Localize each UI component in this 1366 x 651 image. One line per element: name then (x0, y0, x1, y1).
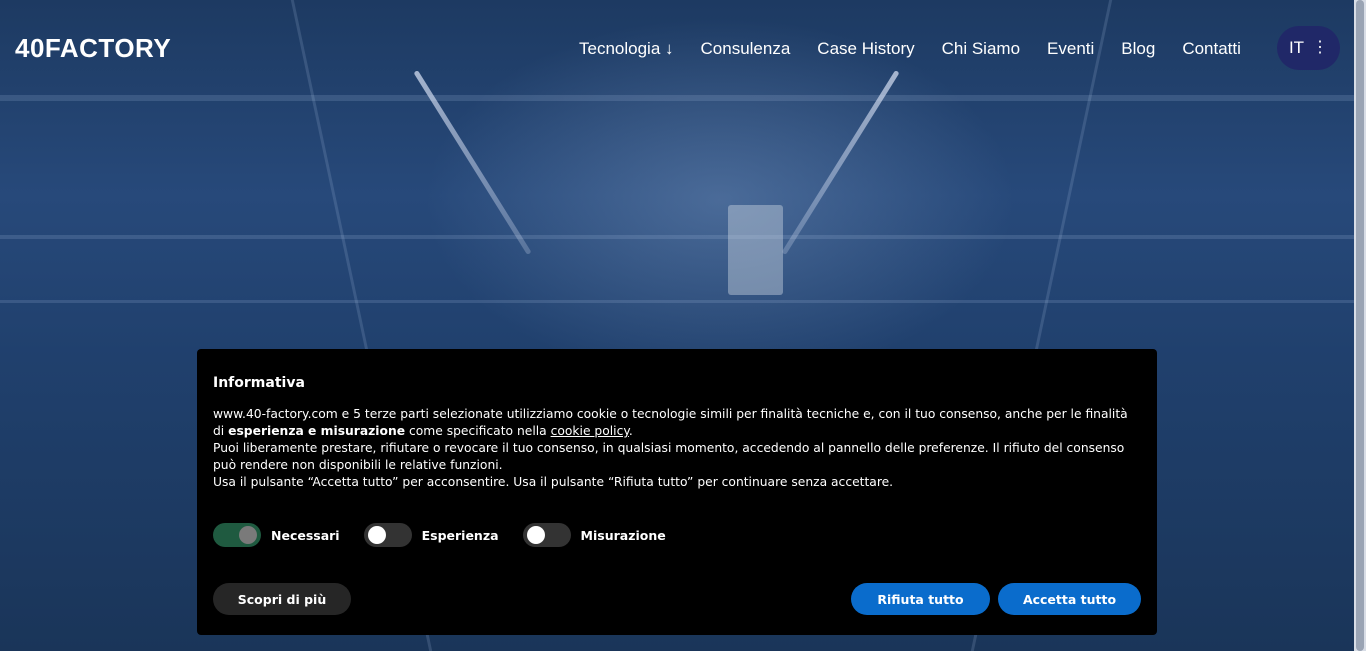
consent-toggles: Necessari Esperienza Misurazione (213, 523, 690, 547)
cookie-text-segment: . (628, 424, 633, 438)
nav-item-case-history[interactable]: Case History (817, 39, 914, 59)
nav-item-contatti[interactable]: Contatti (1182, 39, 1241, 59)
toggle-misurazione: Misurazione (522, 523, 666, 547)
more-vertical-icon: ⋮ (1312, 39, 1329, 56)
main-nav: Tecnologia ↓ Consulenza Case History Chi… (579, 39, 1268, 59)
scrollbar-thumb[interactable] (1356, 0, 1364, 651)
toggle-esperienza: Esperienza (363, 523, 499, 547)
cookie-text-segment: come specificato nella (405, 424, 551, 438)
ceiling-beam (0, 95, 1354, 101)
learn-more-button[interactable]: Scopri di più (213, 583, 351, 615)
cookie-policy-link[interactable]: cookie policy (551, 424, 629, 438)
cookie-banner: Informativa www.40-factory.com e 5 terze… (197, 349, 1157, 635)
shuttle-unit (728, 205, 783, 295)
switch-knob (526, 526, 545, 544)
nav-item-consulenza[interactable]: Consulenza (701, 39, 791, 59)
cookie-banner-title: Informativa (213, 375, 305, 391)
nav-item-blog[interactable]: Blog (1121, 39, 1155, 59)
language-code: IT (1288, 38, 1305, 57)
cookie-text-bold: esperienza e misurazione (228, 424, 406, 438)
ceiling-beam (0, 300, 1354, 303)
cookie-paragraph-1: www.40-factory.com e 5 terze parti selez… (213, 406, 1141, 440)
toggle-label: Esperienza (421, 527, 499, 543)
cookie-paragraph-3: Usa il pulsante “Accetta tutto” per acco… (213, 475, 894, 489)
accept-all-button[interactable]: Accetta tutto (998, 583, 1141, 615)
reject-all-button[interactable]: Rifiuta tutto (851, 583, 990, 615)
nav-item-chi-siamo[interactable]: Chi Siamo (942, 39, 1020, 59)
toggle-label: Misurazione (580, 527, 666, 543)
toggle-necessari: Necessari (213, 523, 340, 547)
esperienza-switch[interactable] (363, 523, 412, 547)
page-scrollbar[interactable] (1354, 0, 1366, 651)
site-logo[interactable]: 40FACTORY (15, 34, 171, 62)
cookie-banner-text: www.40-factory.com e 5 terze parti selez… (213, 406, 1141, 491)
necessari-switch[interactable] (213, 523, 261, 547)
switch-knob (239, 526, 257, 544)
nav-item-eventi[interactable]: Eventi (1047, 39, 1094, 59)
ceiling-beam (0, 235, 1354, 239)
cookie-paragraph-2: Puoi liberamente prestare, rifiutare o r… (213, 441, 1125, 472)
misurazione-switch[interactable] (522, 523, 571, 547)
toggle-label: Necessari (271, 527, 340, 543)
switch-knob (367, 526, 386, 544)
language-selector[interactable]: IT ⋮ (1277, 26, 1340, 70)
nav-item-tecnologia[interactable]: Tecnologia ↓ (579, 39, 674, 59)
